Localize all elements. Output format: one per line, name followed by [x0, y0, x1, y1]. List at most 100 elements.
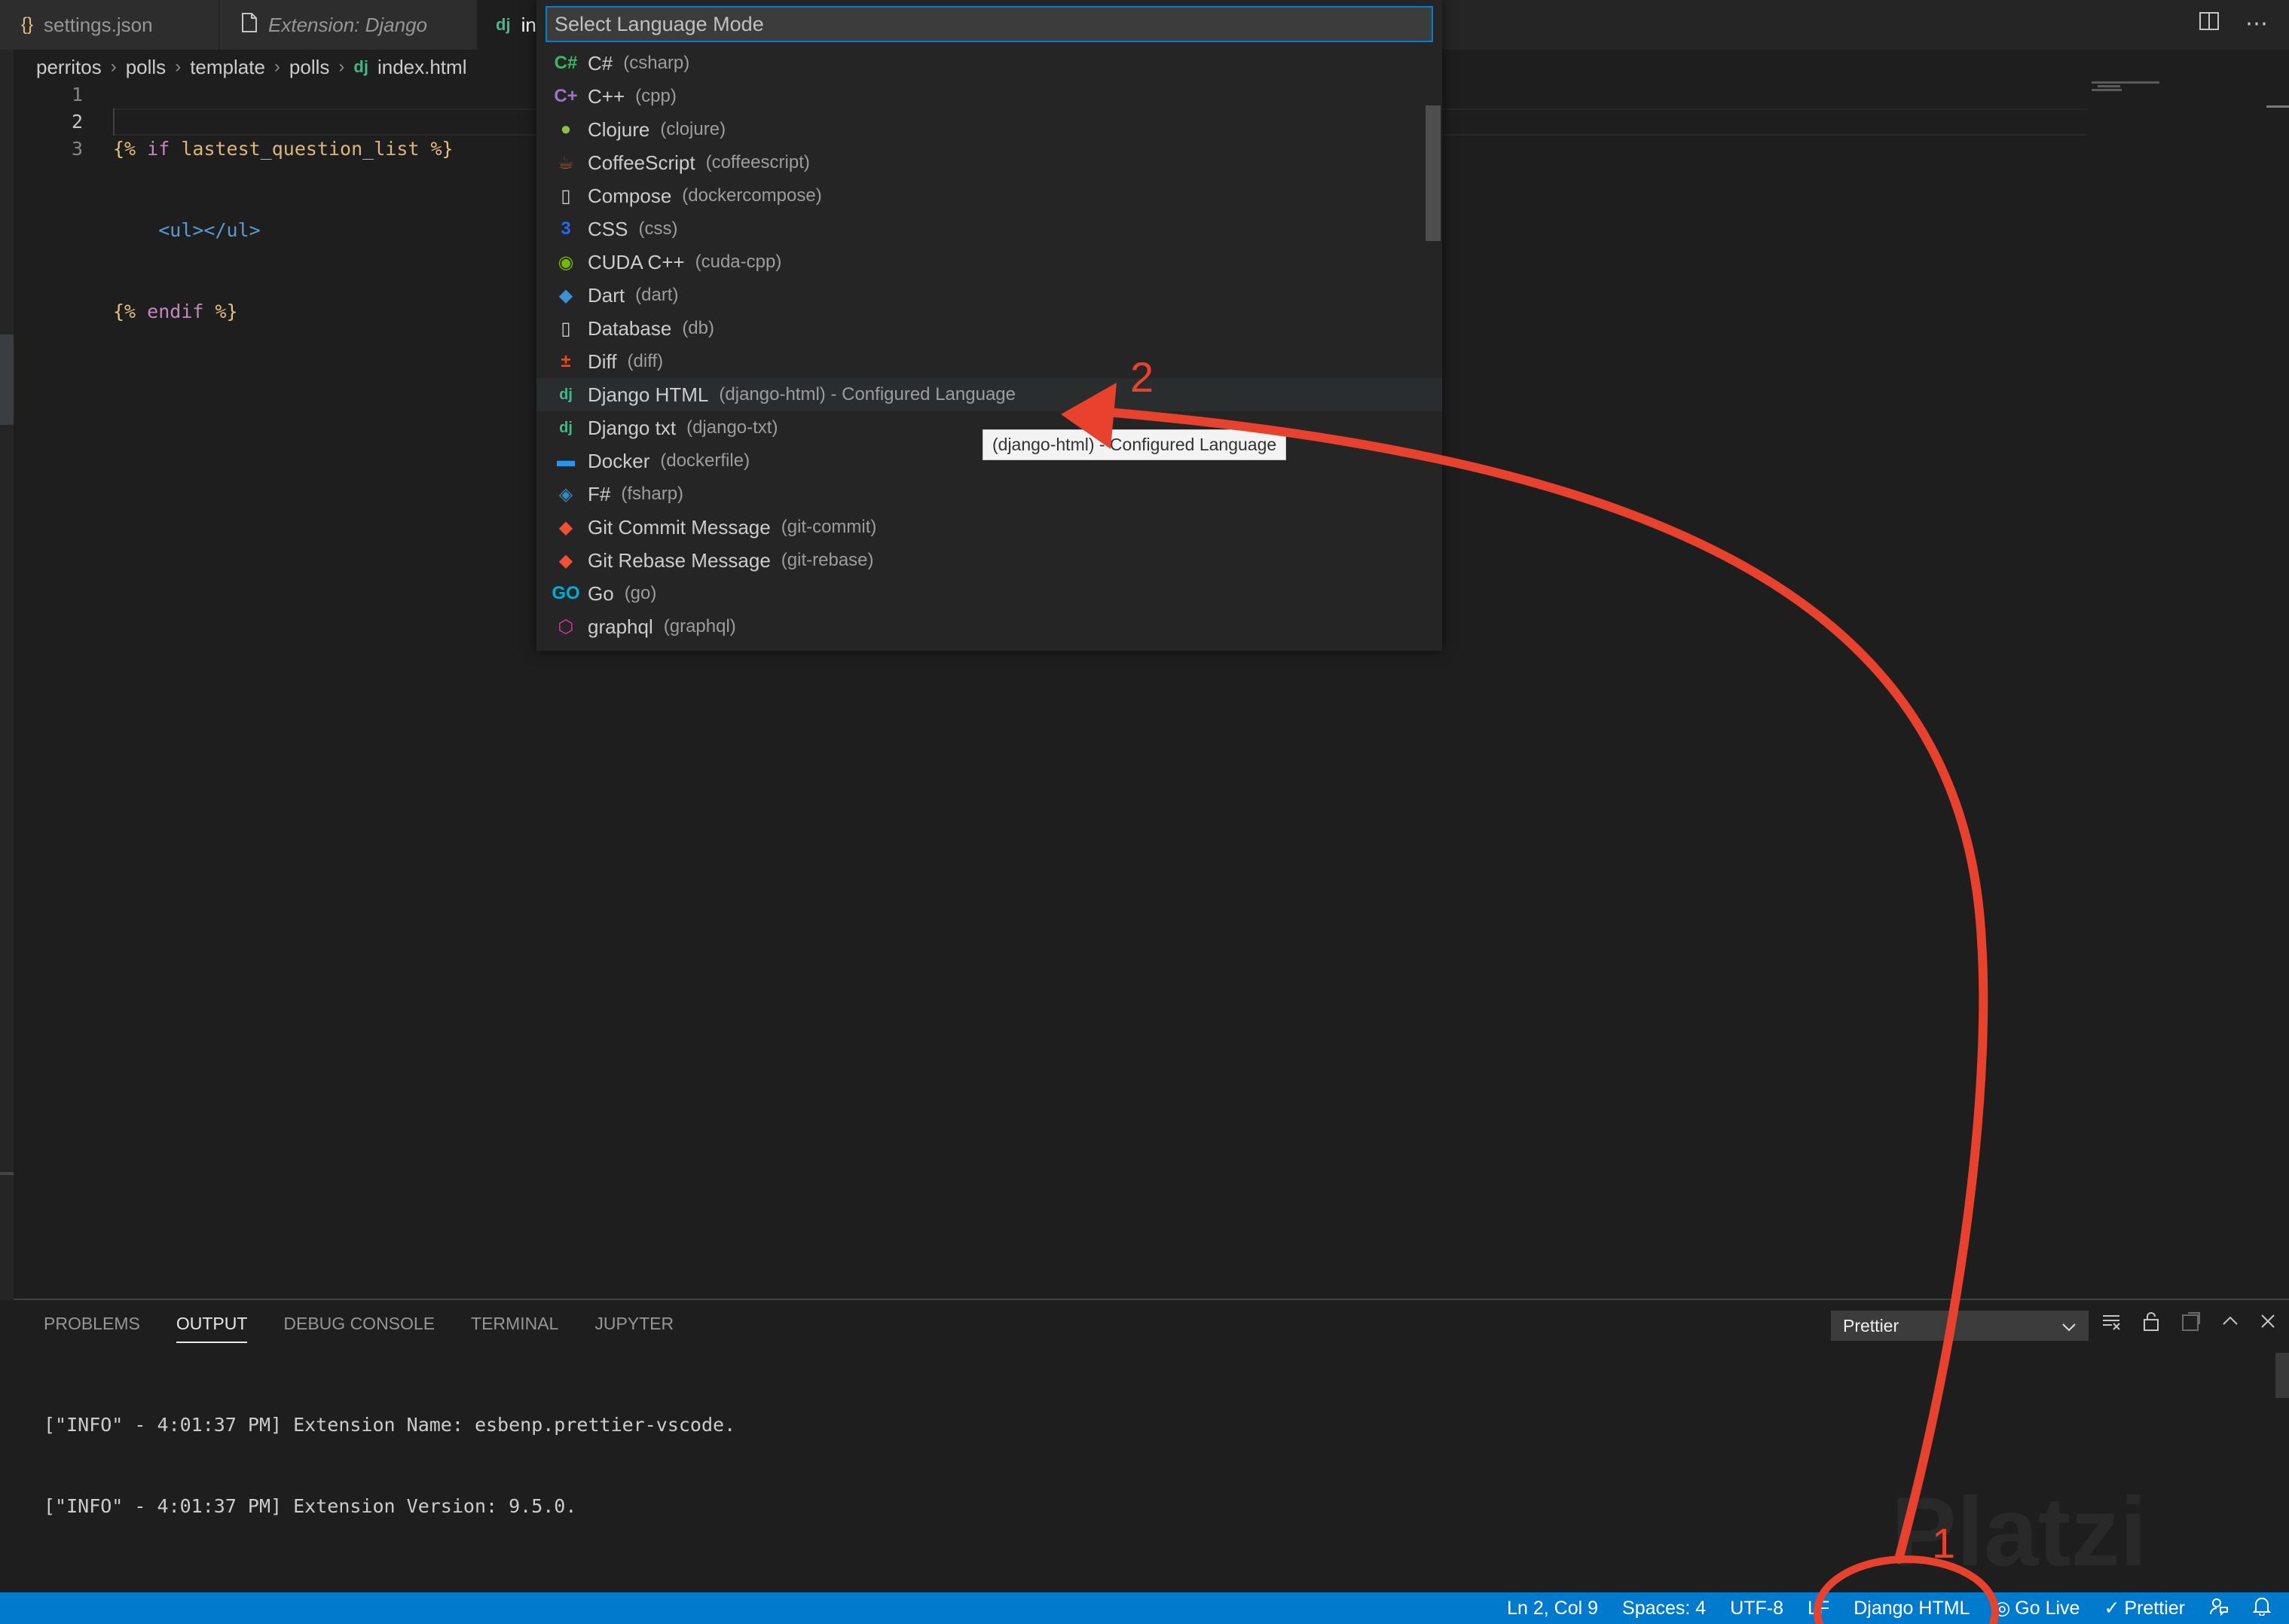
language-item[interactable]: GO Go (go) [536, 577, 1442, 610]
eol-status[interactable]: LF [1808, 1598, 1829, 1619]
chevron-down-icon [2061, 1316, 2077, 1336]
language-item[interactable]: ◉ CUDA C++ (cuda-cpp) [536, 246, 1442, 279]
tab-label: settings.json [44, 13, 153, 36]
chevron-right-icon: › [110, 56, 117, 77]
language-id: (django-txt) [686, 417, 778, 438]
language-id: (dockerfile) [660, 450, 750, 471]
language-icon: C+ [554, 86, 578, 106]
language-label: Docker [588, 449, 650, 472]
django-icon: dj [496, 15, 511, 34]
cursor-position[interactable]: Ln 2, Col 9 [1507, 1598, 1598, 1619]
go-live-label: Go Live [2015, 1597, 2080, 1619]
language-item[interactable]: ◆ Git Commit Message (git-commit) [536, 511, 1442, 544]
language-label: Go [588, 582, 614, 605]
output-channel-select[interactable]: Prettier [1831, 1311, 2089, 1341]
activity-edge [0, 50, 14, 1300]
minimap-line [2092, 81, 2159, 84]
language-list: C# C# (csharp) C+ C++ (cpp) ● Clojure (clojure) ☕… [536, 47, 1442, 651]
template-keyword: endif [147, 301, 204, 322]
lock-icon[interactable] [2141, 1311, 2161, 1337]
language-mode-status[interactable]: Django HTML [1854, 1598, 1970, 1619]
language-id: (css) [638, 218, 678, 239]
language-icon: dj [559, 419, 573, 436]
language-item[interactable]: ◆ Dart (dart) [536, 279, 1442, 312]
panel-scrollbar[interactable] [2275, 1353, 2289, 1398]
platzi-watermark: Platzi [1891, 1476, 2147, 1586]
language-item[interactable]: ⬡ graphql (graphql) [536, 610, 1442, 643]
breadcrumb-item[interactable]: template [190, 56, 265, 79]
language-id: (cpp) [635, 86, 677, 106]
minimap[interactable] [2087, 81, 2268, 92]
language-item[interactable]: ▯ Compose (dockercompose) [536, 179, 1442, 212]
language-item[interactable]: dj Django HTML (django-html) - Configured … [536, 378, 1442, 411]
tab-terminal[interactable]: TERMINAL [471, 1314, 558, 1343]
breadcrumb-item[interactable]: perritos [36, 56, 102, 79]
more-actions-icon[interactable]: ⋯ [2245, 11, 2268, 38]
clear-output-icon[interactable] [2101, 1311, 2122, 1337]
language-icon: ▯ [561, 318, 571, 339]
language-icon: ◆ [558, 285, 573, 306]
prettier-label: Prettier [2124, 1597, 2185, 1619]
chevron-right-icon: › [338, 56, 345, 77]
language-item[interactable]: ± Diff (diff) [536, 345, 1442, 378]
template-keyword: if [147, 138, 170, 160]
double-check-icon: ✓ [2104, 1598, 2120, 1619]
line-number-gutter: 1 2 3 [30, 81, 83, 163]
language-label: Dart [588, 283, 625, 307]
tab-problems[interactable]: PROBLEMS [44, 1314, 140, 1343]
language-item[interactable]: 3 CSS (css) [536, 212, 1442, 246]
output-log[interactable]: ["INFO" - 4:01:37 PM] Extension Name: es… [44, 1357, 735, 1574]
prettier-status[interactable]: ✓ Prettier [2104, 1597, 2185, 1619]
tab-debug-console[interactable]: DEBUG CONSOLE [283, 1314, 435, 1343]
feedback-icon[interactable] [2209, 1596, 2229, 1621]
maximize-panel-icon[interactable] [2221, 1311, 2239, 1337]
language-label: Django HTML [588, 383, 709, 406]
language-id: (coffeescript) [705, 152, 810, 172]
language-id: (diff) [627, 351, 664, 371]
annotation-label-2: 2 [1130, 353, 1154, 401]
tab-settings-json[interactable]: {} settings.json [0, 0, 219, 50]
tab-jupyter[interactable]: JUPYTER [594, 1314, 674, 1343]
language-item[interactable]: C+ C++ (cpp) [536, 80, 1442, 113]
code-line: {% if lastest_question_list %} [113, 136, 454, 163]
template-tag: {% [113, 138, 136, 160]
language-id: (cuda-cpp) [695, 252, 782, 272]
language-icon: ▯ [561, 185, 571, 206]
tab-extension-django[interactable]: Extension: Django [220, 0, 476, 50]
tab-output[interactable]: OUTPUT [176, 1314, 248, 1343]
language-icon: ● [560, 119, 572, 139]
template-variable: lastest_question_list [181, 138, 420, 160]
template-tag: {% [113, 301, 136, 322]
language-item[interactable]: C# C# (csharp) [536, 47, 1442, 80]
editor-actions: ⋯ [2199, 11, 2268, 38]
language-id: (django-html) - Configured Language [719, 384, 1016, 404]
language-search-input[interactable] [546, 6, 1433, 42]
go-live-button[interactable]: ◎ Go Live [1994, 1597, 2080, 1619]
language-item[interactable]: ● Clojure (clojure) [536, 113, 1442, 146]
overview-ruler-cursor [2266, 105, 2289, 108]
language-id: (git-rebase) [781, 550, 874, 570]
language-item[interactable]: ◆ Git Rebase Message (git-rebase) [536, 544, 1442, 577]
breadcrumb-item[interactable]: polls [289, 56, 329, 79]
language-item[interactable]: ▯ Database (db) [536, 312, 1442, 345]
encoding-status[interactable]: UTF-8 [1730, 1598, 1783, 1619]
quick-pick-scrollbar[interactable] [1426, 105, 1441, 241]
language-item[interactable]: ☕ CoffeeScript (coffeescript) [536, 146, 1442, 179]
language-icon: ▬ [557, 450, 575, 471]
language-item[interactable]: ◈ F# (fsharp) [536, 478, 1442, 511]
breadcrumb-item[interactable]: index.html [377, 56, 467, 79]
language-id: (db) [682, 318, 714, 338]
django-icon: dj [353, 57, 368, 76]
indentation-status[interactable]: Spaces: 4 [1622, 1598, 1706, 1619]
language-mode-quick-pick: C# C# (csharp) C+ C++ (cpp) ● Clojure (clojure) ☕… [536, 0, 1442, 651]
close-panel-icon[interactable] [2259, 1311, 2277, 1337]
language-icon: ◉ [558, 252, 574, 273]
open-in-editor-icon[interactable] [2181, 1311, 2202, 1337]
bell-icon[interactable] [2252, 1596, 2272, 1621]
code-editor[interactable]: {% if lastest_question_list %} <ul></ul>… [113, 81, 454, 353]
html-markup: <ul></ul> [158, 219, 261, 241]
split-editor-icon[interactable] [2199, 11, 2220, 38]
tab-label: in [521, 13, 536, 36]
breadcrumb-item[interactable]: polls [126, 56, 166, 79]
tab-index-html[interactable]: dj in [478, 0, 546, 50]
